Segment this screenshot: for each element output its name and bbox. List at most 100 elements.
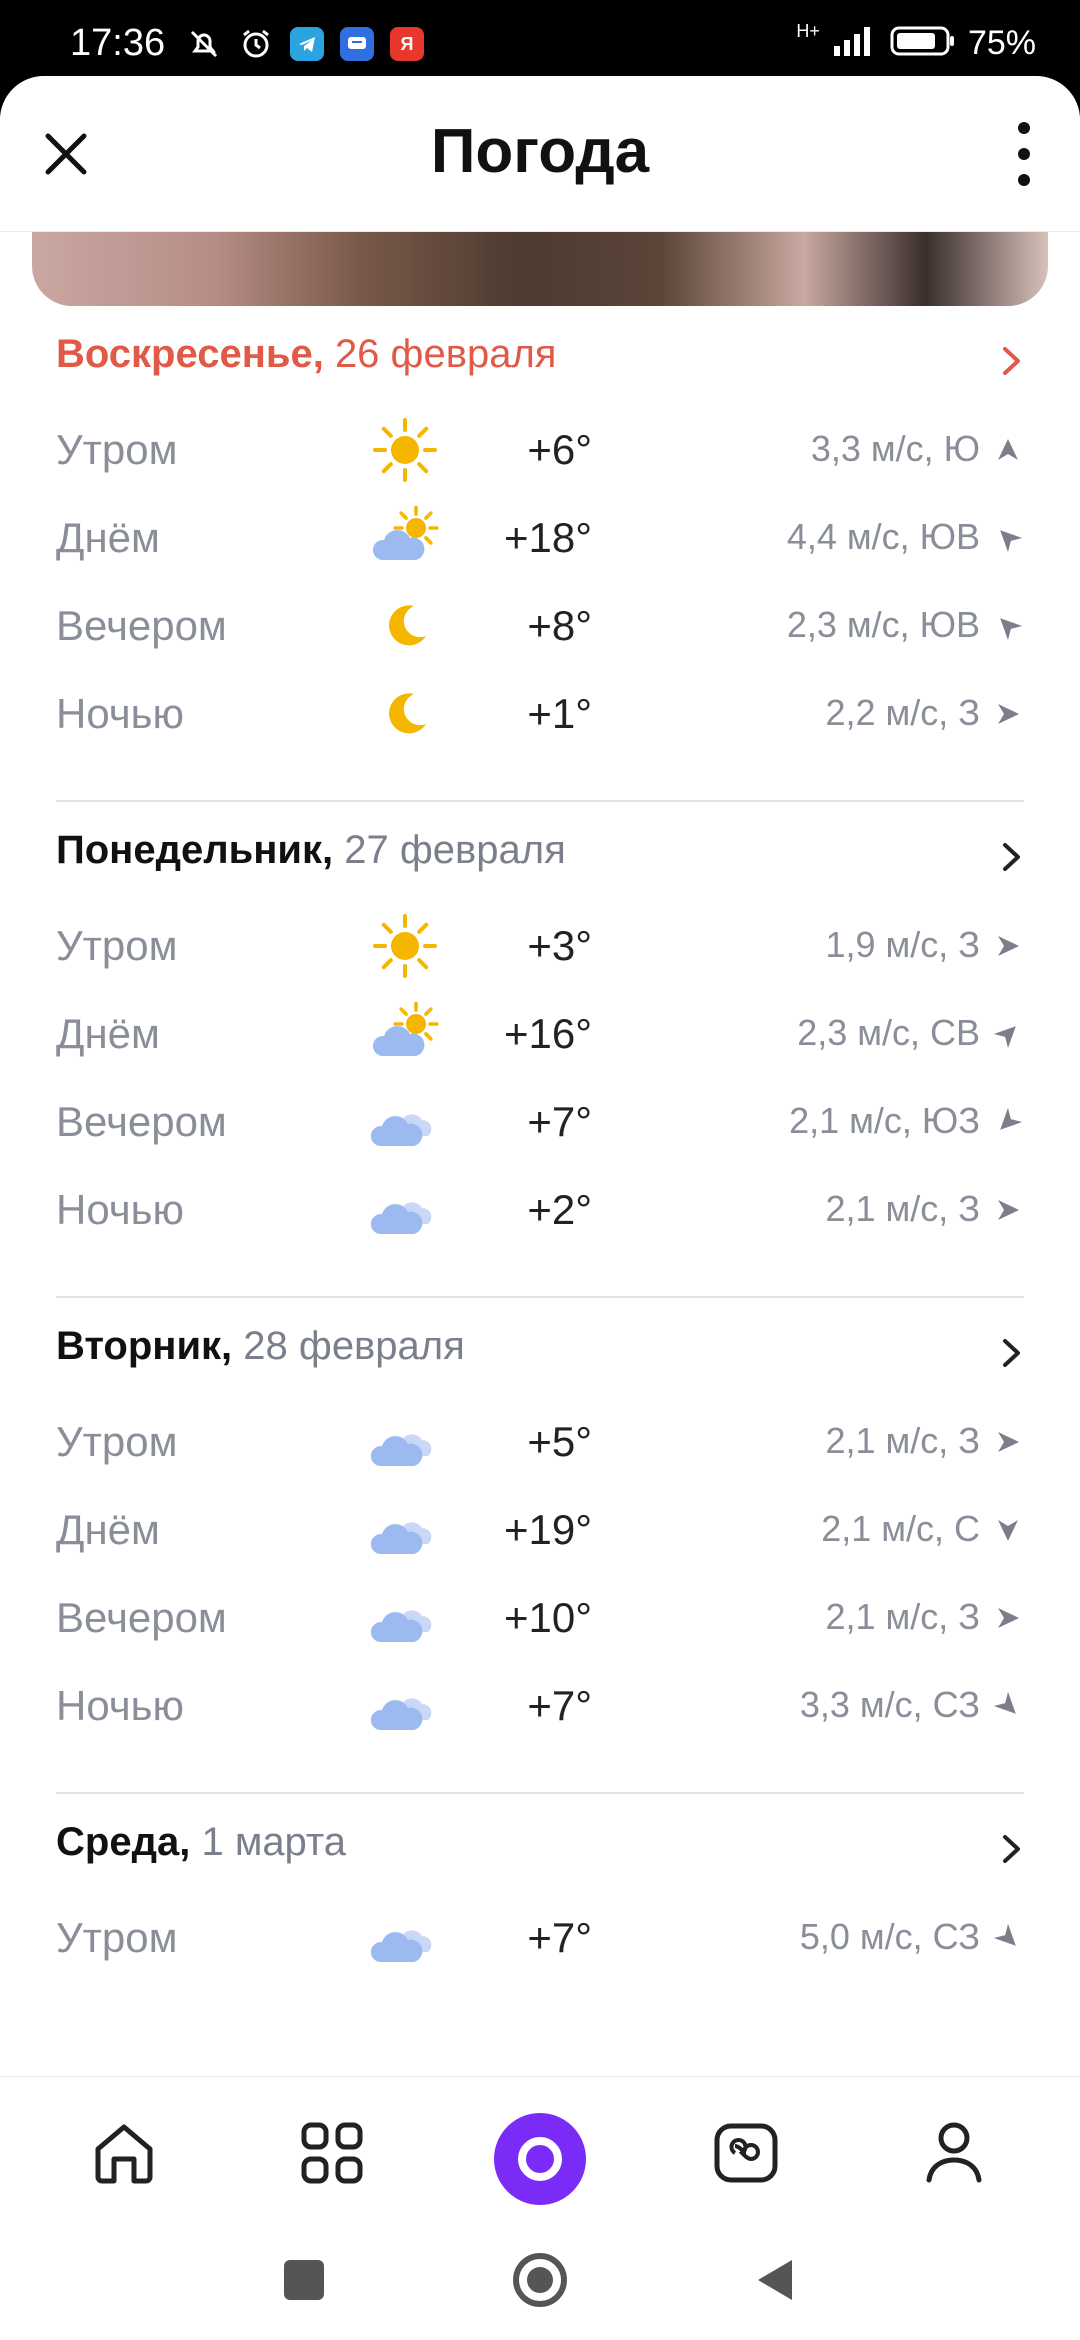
alarm-icon (238, 26, 274, 62)
day-part-label: Утром (56, 922, 178, 969)
bottom-navigation (0, 2076, 1080, 2226)
day-part-label: Ночью (56, 1186, 185, 1233)
chevron-right-icon (1003, 843, 1020, 871)
battery-percent: 75% (967, 24, 1036, 62)
day-name: Вторник, (56, 1324, 233, 1368)
temperature: +6° (527, 426, 592, 473)
temperature: +10° (503, 1594, 592, 1641)
profile-icon (926, 2122, 982, 2183)
partly-cloudy-icon (370, 1001, 440, 1066)
weather-sheet: Погода Воскресенье, 26 февраля Утром +6°… (0, 76, 1080, 2079)
back-button[interactable] (744, 2250, 804, 2310)
day-date: 28 февраля (243, 1324, 465, 1368)
cloudy-icon (370, 1090, 440, 1154)
temperature: +19° (503, 1506, 592, 1553)
temperature: +5° (527, 1418, 592, 1465)
wind-direction-icon (993, 1691, 1016, 1714)
yandex-icon: Я (390, 27, 424, 61)
more-dot-icon (1018, 174, 1030, 186)
day-forecast: Среда, 1 марта Утром +7° 5,0 м/с, СЗ (0, 1794, 1080, 1982)
wind-info: 5,0 м/с, СЗ (799, 1916, 980, 1957)
more-dot-icon (1018, 148, 1030, 160)
status-notification-icons: Я (186, 26, 424, 62)
temperature: +18° (503, 514, 592, 561)
profile-button[interactable] (914, 2113, 994, 2193)
day-part-label: Вечером (56, 602, 227, 649)
day-header[interactable]: Вторник, 28 февраля (0, 1298, 1080, 1398)
messenger-button[interactable] (706, 2113, 786, 2193)
more-options-button[interactable] (1012, 122, 1036, 186)
temperature: +7° (527, 1914, 592, 1961)
temperature: +2° (527, 1186, 592, 1233)
temperature: +8° (527, 602, 592, 649)
day-title: Среда, 1 марта (56, 1820, 346, 1865)
day-part-label: Ночью (56, 1682, 185, 1729)
alice-assistant-icon (518, 2137, 562, 2181)
day-title: Понедельник, 27 февраля (56, 828, 566, 873)
battery-icon (890, 24, 956, 63)
telegram-icon (290, 27, 324, 61)
day-header[interactable]: Среда, 1 марта (0, 1794, 1080, 1894)
status-system-icons: H+ 75% (796, 21, 1036, 63)
system-home-icon (513, 2253, 567, 2307)
wind-direction-icon (993, 1026, 1016, 1049)
wind-info: 1,9 м/с, З (825, 924, 980, 965)
sun-icon (370, 418, 440, 482)
day-name: Воскресенье, (56, 332, 324, 376)
day-name: Понедельник, (56, 828, 334, 872)
day-title: Вторник, 28 февраля (56, 1324, 465, 1369)
temperature: +7° (527, 1682, 592, 1729)
cloudy-icon (370, 1906, 440, 1970)
day-header[interactable]: Воскресенье, 26 февраля (0, 306, 1080, 406)
day-part-label: Днём (56, 1506, 160, 1553)
services-button[interactable] (292, 2113, 372, 2193)
system-home-button[interactable] (510, 2250, 570, 2310)
temperature: +16° (503, 1010, 592, 1057)
day-header[interactable]: Понедельник, 27 февраля (0, 802, 1080, 902)
wind-direction-icon (1000, 1107, 1023, 1130)
wind-info: 2,1 м/с, З (825, 1596, 980, 1637)
day-forecast: Воскресенье, 26 февраля Утром +6° 3,3 м/… (0, 306, 1080, 802)
home-button[interactable] (84, 2113, 164, 2193)
wind-info: 2,3 м/с, ЮВ (786, 604, 980, 645)
day-part-label: Утром (56, 1914, 178, 1961)
day-part-label: Ночью (56, 690, 185, 737)
day-part-label: Вечером (56, 1098, 227, 1145)
cloudy-icon (370, 1178, 440, 1242)
day-part-label: Днём (56, 1010, 160, 1057)
cloudy-icon (370, 1410, 440, 1474)
forecast-row: Утром +6° 3,3 м/с, Ю (0, 406, 1080, 494)
signal-icon (832, 24, 878, 63)
day-part-label: Вечером (56, 1594, 227, 1641)
cloudy-icon (370, 1498, 440, 1562)
day-part-label: Днём (56, 514, 160, 561)
wind-direction-icon (998, 439, 1018, 460)
day-part-label: Утром (56, 1418, 178, 1465)
wind-info: 2,2 м/с, З (825, 692, 980, 733)
wind-info: 3,3 м/с, СЗ (799, 1684, 980, 1725)
day-date: 26 февраля (334, 332, 557, 376)
day-date: 27 февраля (344, 828, 566, 872)
wind-direction-icon (998, 1432, 1019, 1452)
day-forecast: Вторник, 28 февраля Утром +5° 2,1 м/с, З… (0, 1298, 1080, 1794)
forecast-list: Воскресенье, 26 февраля Утром +6° 3,3 м/… (0, 306, 1080, 1982)
recent-apps-button[interactable] (274, 2250, 334, 2310)
wind-info: 2,1 м/с, С (821, 1508, 980, 1549)
forecast-row: Утром +5° 2,1 м/с, З (0, 1398, 1080, 1486)
wind-info: 3,3 м/с, Ю (810, 428, 980, 469)
wind-direction-icon (993, 1923, 1016, 1946)
alice-button[interactable] (494, 2113, 586, 2205)
cloudy-icon (370, 1674, 440, 1738)
wind-info: 2,1 м/с, З (825, 1420, 980, 1461)
forecast-row: Днём +19° 2,1 м/с, С (0, 1486, 1080, 1574)
chevron-right-icon (1003, 347, 1020, 375)
messages-icon (340, 27, 374, 61)
temperature: +1° (527, 690, 592, 737)
day-title: Воскресенье, 26 февраля (56, 332, 556, 377)
wind-direction-icon (1000, 530, 1023, 553)
temperature: +3° (527, 922, 592, 969)
wind-info: 2,1 м/с, ЮЗ (789, 1100, 980, 1141)
moon-icon (370, 682, 440, 746)
forecast-row: Вечером +10° 2,1 м/с, З (0, 1574, 1080, 1662)
forecast-row: Утром +3° 1,9 м/с, З (0, 902, 1080, 990)
